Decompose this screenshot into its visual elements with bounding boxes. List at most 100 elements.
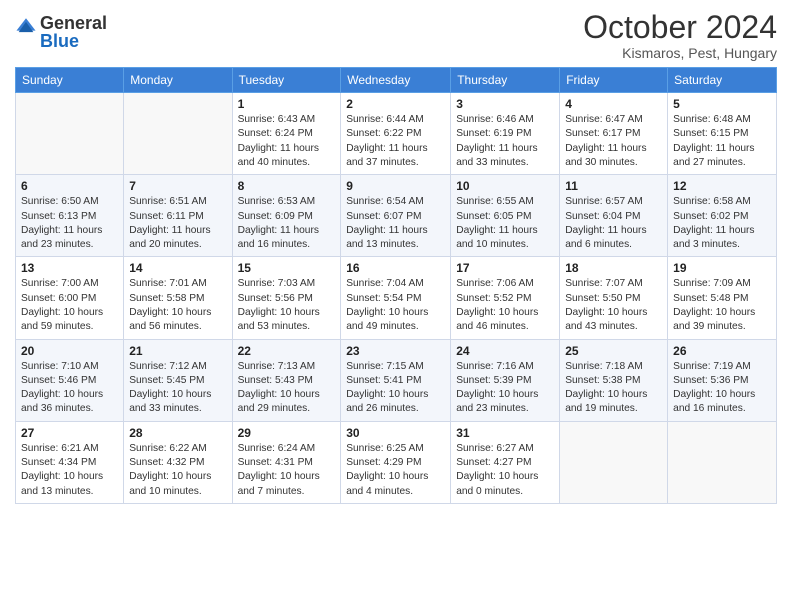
day-info: Sunrise: 7:16 AM Sunset: 5:39 PM Dayligh… <box>456 360 554 417</box>
col-sunday: Sunday <box>16 68 124 93</box>
day-cell: 24 Sunrise: 7:16 AM Sunset: 5:39 PM Dayli… <box>451 339 560 421</box>
header: General Blue October 2024 Kismaros, Pest… <box>15 10 777 61</box>
day-cell <box>560 421 668 503</box>
day-info: Sunrise: 7:12 AM Sunset: 5:45 PM Dayligh… <box>129 360 226 417</box>
day-cell: 31 Sunrise: 6:27 AM Sunset: 4:27 PM Dayli… <box>451 421 560 503</box>
col-friday: Friday <box>560 68 668 93</box>
day-number: 19 <box>673 261 771 275</box>
day-cell: 15 Sunrise: 7:03 AM Sunset: 5:56 PM Dayli… <box>232 257 341 339</box>
logo-blue: Blue <box>40 32 107 50</box>
day-cell: 4Sunrise: 6:47 AM Sunset: 6:17 PM Daylig… <box>560 93 668 175</box>
day-number: 23 <box>346 344 445 358</box>
day-info: Sunrise: 6:25 AM Sunset: 4:29 PM Dayligh… <box>346 442 445 499</box>
col-tuesday: Tuesday <box>232 68 341 93</box>
day-info: Sunrise: 6:21 AM Sunset: 4:34 PM Dayligh… <box>21 442 118 499</box>
month-title: October 2024 <box>583 10 777 45</box>
calendar-body: 1Sunrise: 6:43 AM Sunset: 6:24 PM Daylig… <box>16 93 777 504</box>
day-info: Sunrise: 6:53 AM Sunset: 6:09 PM Dayligh… <box>238 195 336 252</box>
day-info: Sunrise: 6:48 AM Sunset: 6:15 PM Dayligh… <box>673 113 771 170</box>
day-number: 2 <box>346 97 445 111</box>
calendar-table: Sunday Monday Tuesday Wednesday Thursday… <box>15 67 777 504</box>
day-cell: 26Sunrise: 7:19 AM Sunset: 5:36 PM Dayli… <box>668 339 777 421</box>
day-info: Sunrise: 6:27 AM Sunset: 4:27 PM Dayligh… <box>456 442 554 499</box>
day-cell <box>16 93 124 175</box>
col-wednesday: Wednesday <box>341 68 451 93</box>
day-number: 28 <box>129 426 226 440</box>
day-cell: 16Sunrise: 7:04 AM Sunset: 5:54 PM Dayli… <box>341 257 451 339</box>
day-number: 20 <box>21 344 118 358</box>
logo-text: General Blue <box>40 14 107 50</box>
day-cell: 8 Sunrise: 6:53 AM Sunset: 6:09 PM Daylig… <box>232 175 341 257</box>
day-number: 25 <box>565 344 662 358</box>
day-number: 16 <box>346 261 445 275</box>
day-info: Sunrise: 7:00 AM Sunset: 6:00 PM Dayligh… <box>21 277 118 334</box>
week-row-3: 13 Sunrise: 7:00 AM Sunset: 6:00 PM Dayli… <box>16 257 777 339</box>
day-number: 7 <box>129 179 226 193</box>
calendar-header: Sunday Monday Tuesday Wednesday Thursday… <box>16 68 777 93</box>
day-number: 18 <box>565 261 662 275</box>
calendar-page: General Blue October 2024 Kismaros, Pest… <box>0 0 792 612</box>
day-number: 27 <box>21 426 118 440</box>
day-info: Sunrise: 6:43 AM Sunset: 6:24 PM Dayligh… <box>238 113 336 170</box>
col-monday: Monday <box>124 68 232 93</box>
day-info: Sunrise: 7:06 AM Sunset: 5:52 PM Dayligh… <box>456 277 554 334</box>
day-number: 29 <box>238 426 336 440</box>
day-number: 13 <box>21 261 118 275</box>
day-number: 31 <box>456 426 554 440</box>
logo-icon <box>15 16 37 38</box>
day-number: 30 <box>346 426 445 440</box>
day-info: Sunrise: 6:22 AM Sunset: 4:32 PM Dayligh… <box>129 442 226 499</box>
day-number: 11 <box>565 179 662 193</box>
col-saturday: Saturday <box>668 68 777 93</box>
day-info: Sunrise: 6:55 AM Sunset: 6:05 PM Dayligh… <box>456 195 554 252</box>
day-info: Sunrise: 7:10 AM Sunset: 5:46 PM Dayligh… <box>21 360 118 417</box>
week-row-2: 6 Sunrise: 6:50 AM Sunset: 6:13 PM Daylig… <box>16 175 777 257</box>
day-number: 15 <box>238 261 336 275</box>
day-number: 12 <box>673 179 771 193</box>
day-number: 9 <box>346 179 445 193</box>
day-number: 21 <box>129 344 226 358</box>
day-number: 8 <box>238 179 336 193</box>
day-number: 24 <box>456 344 554 358</box>
day-cell: 17 Sunrise: 7:06 AM Sunset: 5:52 PM Dayli… <box>451 257 560 339</box>
day-info: Sunrise: 7:01 AM Sunset: 5:58 PM Dayligh… <box>129 277 226 334</box>
day-cell <box>668 421 777 503</box>
day-cell: 28 Sunrise: 6:22 AM Sunset: 4:32 PM Dayli… <box>124 421 232 503</box>
logo: General Blue <box>15 14 107 50</box>
day-cell: 3 Sunrise: 6:46 AM Sunset: 6:19 PM Daylig… <box>451 93 560 175</box>
day-info: Sunrise: 7:13 AM Sunset: 5:43 PM Dayligh… <box>238 360 336 417</box>
day-cell: 14Sunrise: 7:01 AM Sunset: 5:58 PM Dayli… <box>124 257 232 339</box>
day-cell: 23Sunrise: 7:15 AM Sunset: 5:41 PM Dayli… <box>341 339 451 421</box>
day-cell: 7Sunrise: 6:51 AM Sunset: 6:11 PM Daylig… <box>124 175 232 257</box>
day-number: 4 <box>565 97 662 111</box>
week-row-5: 27 Sunrise: 6:21 AM Sunset: 4:34 PM Dayli… <box>16 421 777 503</box>
day-number: 26 <box>673 344 771 358</box>
day-number: 6 <box>21 179 118 193</box>
day-info: Sunrise: 7:07 AM Sunset: 5:50 PM Dayligh… <box>565 277 662 334</box>
day-cell: 21 Sunrise: 7:12 AM Sunset: 5:45 PM Dayli… <box>124 339 232 421</box>
day-cell: 10 Sunrise: 6:55 AM Sunset: 6:05 PM Dayli… <box>451 175 560 257</box>
day-info: Sunrise: 7:09 AM Sunset: 5:48 PM Dayligh… <box>673 277 771 334</box>
day-info: Sunrise: 6:46 AM Sunset: 6:19 PM Dayligh… <box>456 113 554 170</box>
day-cell: 20 Sunrise: 7:10 AM Sunset: 5:46 PM Dayli… <box>16 339 124 421</box>
day-cell: 30 Sunrise: 6:25 AM Sunset: 4:29 PM Dayli… <box>341 421 451 503</box>
day-number: 17 <box>456 261 554 275</box>
day-number: 3 <box>456 97 554 111</box>
day-cell: 6 Sunrise: 6:50 AM Sunset: 6:13 PM Daylig… <box>16 175 124 257</box>
title-block: October 2024 Kismaros, Pest, Hungary <box>583 10 777 61</box>
day-cell: 5Sunrise: 6:48 AM Sunset: 6:15 PM Daylig… <box>668 93 777 175</box>
day-info: Sunrise: 7:03 AM Sunset: 5:56 PM Dayligh… <box>238 277 336 334</box>
day-cell: 25 Sunrise: 7:18 AM Sunset: 5:38 PM Dayli… <box>560 339 668 421</box>
day-cell <box>124 93 232 175</box>
day-cell: 13 Sunrise: 7:00 AM Sunset: 6:00 PM Dayli… <box>16 257 124 339</box>
day-info: Sunrise: 6:58 AM Sunset: 6:02 PM Dayligh… <box>673 195 771 252</box>
day-info: Sunrise: 6:50 AM Sunset: 6:13 PM Dayligh… <box>21 195 118 252</box>
col-thursday: Thursday <box>451 68 560 93</box>
day-cell: 29Sunrise: 6:24 AM Sunset: 4:31 PM Dayli… <box>232 421 341 503</box>
day-cell: 9Sunrise: 6:54 AM Sunset: 6:07 PM Daylig… <box>341 175 451 257</box>
location: Kismaros, Pest, Hungary <box>583 45 777 61</box>
day-number: 10 <box>456 179 554 193</box>
day-info: Sunrise: 7:18 AM Sunset: 5:38 PM Dayligh… <box>565 360 662 417</box>
logo-general: General <box>40 14 107 32</box>
day-cell: 18 Sunrise: 7:07 AM Sunset: 5:50 PM Dayli… <box>560 257 668 339</box>
